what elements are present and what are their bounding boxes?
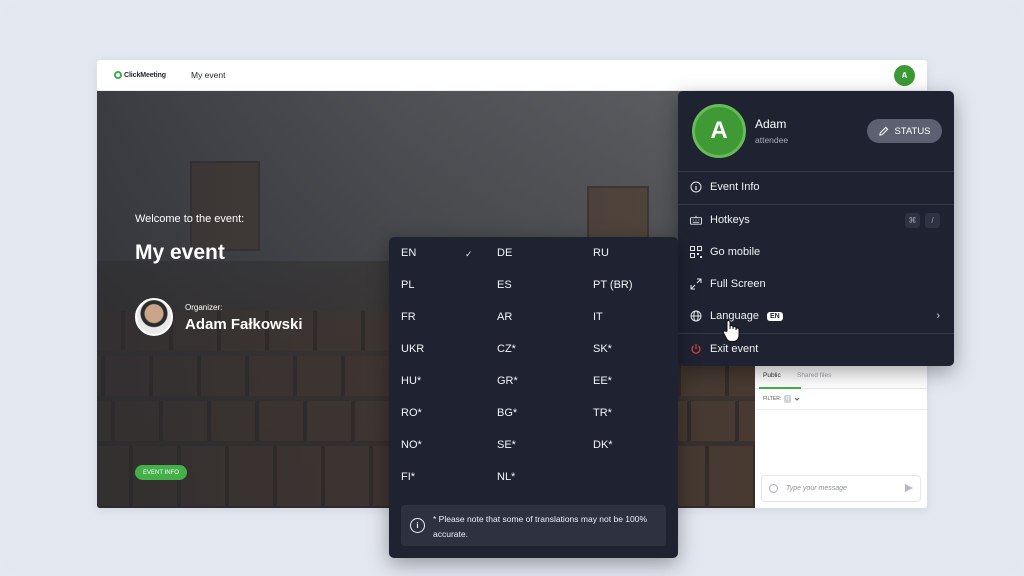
language-option[interactable]: PT (BR)	[593, 279, 633, 291]
chat-filter[interactable]: FILTER: 0	[763, 395, 800, 403]
language-option[interactable]: DK*	[593, 439, 613, 451]
keyboard-icon	[690, 214, 702, 226]
translation-note: i * Please note that some of translation…	[401, 505, 666, 546]
fullscreen-icon	[690, 278, 702, 290]
chevron-down-icon	[794, 397, 800, 401]
language-option[interactable]: SK*	[593, 343, 612, 355]
divider	[678, 171, 954, 172]
pencil-icon	[879, 126, 889, 136]
divider	[678, 333, 954, 334]
language-option[interactable]: TR*	[593, 407, 612, 419]
language-option[interactable]: BG*	[497, 407, 517, 419]
menu-item-go-mobile[interactable]: Go mobile	[678, 238, 954, 266]
status-button[interactable]: STATUS	[867, 119, 942, 143]
qr-code-icon	[690, 246, 702, 258]
chat-tabs: Public Shared files	[755, 363, 927, 389]
filter-label: FILTER:	[763, 396, 782, 402]
language-option[interactable]: FI*	[401, 471, 415, 483]
language-option[interactable]: EN	[401, 247, 416, 259]
organizer-avatar	[135, 298, 173, 336]
event-title: My event	[190, 70, 226, 80]
check-icon: ✓	[465, 249, 473, 259]
filter-count: 0	[784, 395, 792, 403]
user-avatar-button[interactable]: A	[894, 65, 915, 86]
menu-item-exit-event[interactable]: Exit event	[678, 335, 954, 363]
top-bar: ClickMeeting My event A	[97, 60, 927, 91]
language-badge: EN	[766, 311, 783, 321]
clickmeeting-logo: ClickMeeting	[114, 71, 166, 79]
info-icon	[690, 181, 702, 193]
power-icon	[690, 343, 702, 355]
language-option[interactable]: GR*	[497, 375, 518, 387]
menu-item-hotkeys[interactable]: Hotkeys ⌘ /	[678, 206, 954, 234]
user-name: Adam	[755, 117, 787, 131]
emoji-icon[interactable]	[769, 484, 778, 493]
language-option[interactable]: CZ*	[497, 343, 516, 355]
message-placeholder: Type your message	[786, 485, 847, 492]
language-option[interactable]: RO*	[401, 407, 422, 419]
chevron-right-icon: ›	[936, 310, 940, 322]
logo-text: ClickMeeting	[124, 71, 166, 79]
language-option[interactable]: IT	[593, 311, 603, 323]
message-input[interactable]: Type your message	[761, 475, 921, 502]
language-option[interactable]: EE*	[593, 375, 612, 387]
status-label: STATUS	[894, 125, 931, 137]
language-option[interactable]: SE*	[497, 439, 516, 451]
event-info-button[interactable]: EVENT INFO	[135, 465, 187, 480]
tab-shared-files[interactable]: Shared files	[797, 372, 831, 379]
language-option[interactable]: PL	[401, 279, 414, 291]
language-option[interactable]: DE	[497, 247, 512, 259]
divider	[678, 204, 954, 205]
menu-item-label: Hotkeys	[710, 214, 750, 226]
menu-item-label: Exit event	[710, 343, 759, 355]
language-option[interactable]: AR	[497, 311, 512, 323]
globe-icon	[690, 310, 702, 322]
logo-icon	[114, 71, 122, 79]
menu-avatar: A	[692, 104, 746, 158]
organizer-name: Adam Fałkowski	[185, 316, 303, 333]
language-option[interactable]: ES	[497, 279, 512, 291]
menu-item-event-info[interactable]: Event Info	[678, 173, 954, 201]
info-icon: i	[410, 518, 425, 533]
menu-item-label: Full Screen	[710, 278, 766, 290]
send-icon[interactable]	[905, 484, 913, 492]
tab-public[interactable]: Public	[759, 372, 801, 389]
shortcut-key-slash: /	[925, 213, 940, 228]
welcome-text: Welcome to the event:	[135, 213, 245, 225]
language-option[interactable]: HU*	[401, 375, 421, 387]
organizer-label: Organizer:	[185, 303, 223, 312]
user-menu: A Adam attendee STATUS Event Info Hotkey…	[678, 91, 954, 366]
language-option[interactable]: NL*	[497, 471, 515, 483]
divider	[755, 409, 927, 410]
hero-event-title: My event	[135, 241, 225, 264]
note-text: * Please note that some of translations …	[433, 514, 648, 539]
language-option[interactable]: RU	[593, 247, 609, 259]
language-option[interactable]: FR	[401, 311, 416, 323]
language-panel: ✓ EN DE RU PL ES PT (BR) FR AR IT UKR CZ…	[389, 237, 678, 558]
hand-cursor-icon	[722, 320, 740, 342]
menu-item-full-screen[interactable]: Full Screen	[678, 270, 954, 298]
user-role: attendee	[755, 135, 789, 145]
language-option[interactable]: UKR	[401, 343, 424, 355]
shortcut-key-cmd: ⌘	[905, 213, 920, 228]
menu-item-label: Event Info	[710, 181, 760, 193]
menu-item-label: Go mobile	[710, 246, 761, 258]
menu-item-language[interactable]: Language EN ›	[678, 302, 954, 330]
language-option[interactable]: NO*	[401, 439, 422, 451]
